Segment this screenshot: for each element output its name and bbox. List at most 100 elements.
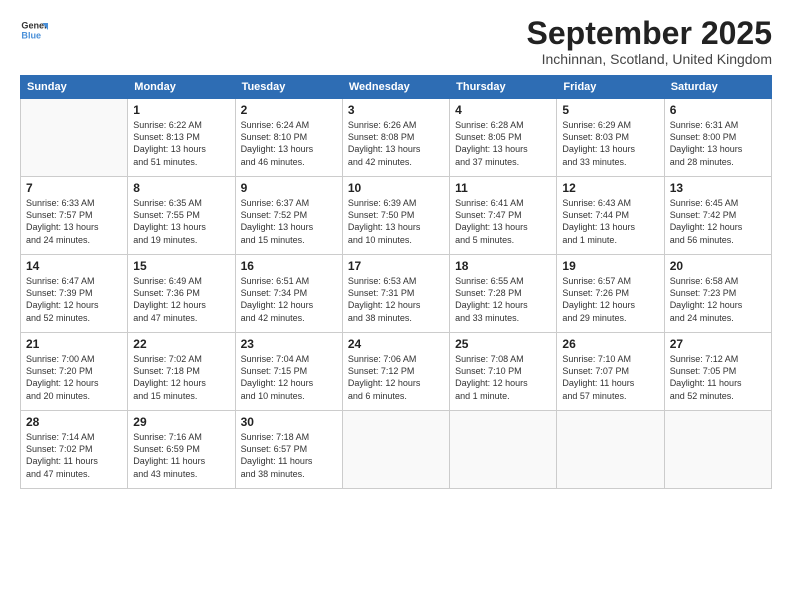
day-number: 18: [455, 259, 551, 273]
table-row: 13 Sunrise: 6:45 AMSunset: 7:42 PMDayligh…: [664, 177, 771, 255]
day-number: 13: [670, 181, 766, 195]
col-friday: Friday: [557, 76, 664, 99]
day-info: Sunrise: 6:53 AMSunset: 7:31 PMDaylight:…: [348, 275, 444, 324]
day-number: 3: [348, 103, 444, 117]
table-row: 23Sunrise: 7:04 AMSunset: 7:15 PMDayligh…: [235, 333, 342, 411]
table-row: 7Sunrise: 6:33 AMSunset: 7:57 PMDaylight…: [21, 177, 128, 255]
calendar-week-row: 21 Sunrise: 7:00 AMSunset: 7:20 PMDayligh…: [21, 333, 772, 411]
day-info: Sunrise: 6:29 AMSunset: 8:03 PMDaylight:…: [562, 119, 658, 168]
table-row: 28Sunrise: 7:14 AMSunset: 7:02 PMDayligh…: [21, 411, 128, 489]
day-number: 6: [670, 103, 766, 117]
calendar-body: 1 Sunrise: 6:22 AMSunset: 8:13 PMDaylight…: [21, 99, 772, 489]
day-info: Sunrise: 6:39 AMSunset: 7:50 PMDaylight:…: [348, 197, 444, 246]
day-number: 14: [26, 259, 122, 273]
day-number: 15: [133, 259, 229, 273]
day-number: 17: [348, 259, 444, 273]
day-info: Sunrise: 6:47 AMSunset: 7:39 PMDaylight:…: [26, 275, 122, 324]
day-info: Sunrise: 6:31 AMSunset: 8:00 PMDaylight:…: [670, 119, 766, 168]
logo-icon: General Blue: [20, 16, 48, 44]
table-row: 2 Sunrise: 6:24 AMSunset: 8:10 PMDaylight…: [235, 99, 342, 177]
header: General Blue September 2025 Inchinnan, S…: [20, 16, 772, 67]
day-info: Sunrise: 6:26 AMSunset: 8:08 PMDaylight:…: [348, 119, 444, 168]
table-row: 8 Sunrise: 6:35 AMSunset: 7:55 PMDaylight…: [128, 177, 235, 255]
day-number: 12: [562, 181, 658, 195]
day-number: 21: [26, 337, 122, 351]
day-number: 2: [241, 103, 337, 117]
day-info: Sunrise: 6:43 AMSunset: 7:44 PMDaylight:…: [562, 197, 658, 246]
table-row: 11Sunrise: 6:41 AMSunset: 7:47 PMDayligh…: [450, 177, 557, 255]
table-row: 22 Sunrise: 7:02 AMSunset: 7:18 PMDayligh…: [128, 333, 235, 411]
day-number: 22: [133, 337, 229, 351]
day-number: 16: [241, 259, 337, 273]
day-info: Sunrise: 6:22 AMSunset: 8:13 PMDaylight:…: [133, 119, 229, 168]
day-number: 25: [455, 337, 551, 351]
location: Inchinnan, Scotland, United Kingdom: [527, 51, 772, 67]
table-row: 24 Sunrise: 7:06 AMSunset: 7:12 PMDayligh…: [342, 333, 449, 411]
day-number: 4: [455, 103, 551, 117]
calendar-week-row: 14 Sunrise: 6:47 AMSunset: 7:39 PMDayligh…: [21, 255, 772, 333]
table-row: 27Sunrise: 7:12 AMSunset: 7:05 PMDayligh…: [664, 333, 771, 411]
table-row: 21 Sunrise: 7:00 AMSunset: 7:20 PMDayligh…: [21, 333, 128, 411]
day-info: Sunrise: 7:02 AMSunset: 7:18 PMDaylight:…: [133, 353, 229, 402]
table-row: 14 Sunrise: 6:47 AMSunset: 7:39 PMDayligh…: [21, 255, 128, 333]
table-row: 15 Sunrise: 6:49 AMSunset: 7:36 PMDayligh…: [128, 255, 235, 333]
day-info: Sunrise: 6:49 AMSunset: 7:36 PMDaylight:…: [133, 275, 229, 324]
logo: General Blue: [20, 16, 48, 44]
day-info: Sunrise: 6:33 AMSunset: 7:57 PMDaylight:…: [26, 197, 122, 246]
col-saturday: Saturday: [664, 76, 771, 99]
day-number: 29: [133, 415, 229, 429]
day-info: Sunrise: 7:16 AMSunset: 6:59 PMDaylight:…: [133, 431, 229, 480]
table-row: 25 Sunrise: 7:08 AMSunset: 7:10 PMDayligh…: [450, 333, 557, 411]
day-info: Sunrise: 6:37 AMSunset: 7:52 PMDaylight:…: [241, 197, 337, 246]
col-tuesday: Tuesday: [235, 76, 342, 99]
day-info: Sunrise: 6:45 AMSunset: 7:42 PMDaylight:…: [670, 197, 766, 246]
col-thursday: Thursday: [450, 76, 557, 99]
calendar: Sunday Monday Tuesday Wednesday Thursday…: [20, 75, 772, 489]
day-info: Sunrise: 7:00 AMSunset: 7:20 PMDaylight:…: [26, 353, 122, 402]
day-number: 11: [455, 181, 551, 195]
col-wednesday: Wednesday: [342, 76, 449, 99]
day-info: Sunrise: 7:08 AMSunset: 7:10 PMDaylight:…: [455, 353, 551, 402]
table-row: 9 Sunrise: 6:37 AMSunset: 7:52 PMDaylight…: [235, 177, 342, 255]
day-info: Sunrise: 6:35 AMSunset: 7:55 PMDaylight:…: [133, 197, 229, 246]
svg-text:Blue: Blue: [21, 30, 41, 40]
day-info: Sunrise: 7:14 AMSunset: 7:02 PMDaylight:…: [26, 431, 122, 480]
table-row: 18Sunrise: 6:55 AMSunset: 7:28 PMDayligh…: [450, 255, 557, 333]
table-row: [342, 411, 449, 489]
day-info: Sunrise: 7:10 AMSunset: 7:07 PMDaylight:…: [562, 353, 658, 402]
table-row: [557, 411, 664, 489]
day-number: 23: [241, 337, 337, 351]
day-number: 19: [562, 259, 658, 273]
day-number: 27: [670, 337, 766, 351]
table-row: 17 Sunrise: 6:53 AMSunset: 7:31 PMDayligh…: [342, 255, 449, 333]
table-row: 20Sunrise: 6:58 AMSunset: 7:23 PMDayligh…: [664, 255, 771, 333]
table-row: 19 Sunrise: 6:57 AMSunset: 7:26 PMDayligh…: [557, 255, 664, 333]
table-row: [21, 99, 128, 177]
col-sunday: Sunday: [21, 76, 128, 99]
table-row: 3 Sunrise: 6:26 AMSunset: 8:08 PMDaylight…: [342, 99, 449, 177]
table-row: 16Sunrise: 6:51 AMSunset: 7:34 PMDayligh…: [235, 255, 342, 333]
calendar-week-row: 1 Sunrise: 6:22 AMSunset: 8:13 PMDaylight…: [21, 99, 772, 177]
day-number: 5: [562, 103, 658, 117]
month-title: September 2025: [527, 16, 772, 51]
day-number: 24: [348, 337, 444, 351]
day-number: 1: [133, 103, 229, 117]
calendar-week-row: 7Sunrise: 6:33 AMSunset: 7:57 PMDaylight…: [21, 177, 772, 255]
day-info: Sunrise: 6:24 AMSunset: 8:10 PMDaylight:…: [241, 119, 337, 168]
day-info: Sunrise: 6:28 AMSunset: 8:05 PMDaylight:…: [455, 119, 551, 168]
day-info: Sunrise: 7:06 AMSunset: 7:12 PMDaylight:…: [348, 353, 444, 402]
day-info: Sunrise: 6:57 AMSunset: 7:26 PMDaylight:…: [562, 275, 658, 324]
table-row: 4 Sunrise: 6:28 AMSunset: 8:05 PMDaylight…: [450, 99, 557, 177]
table-row: 6 Sunrise: 6:31 AMSunset: 8:00 PMDaylight…: [664, 99, 771, 177]
day-number: 26: [562, 337, 658, 351]
day-info: Sunrise: 7:18 AMSunset: 6:57 PMDaylight:…: [241, 431, 337, 480]
day-number: 8: [133, 181, 229, 195]
col-monday: Monday: [128, 76, 235, 99]
title-block: September 2025 Inchinnan, Scotland, Unit…: [527, 16, 772, 67]
calendar-week-row: 28Sunrise: 7:14 AMSunset: 7:02 PMDayligh…: [21, 411, 772, 489]
day-number: 9: [241, 181, 337, 195]
table-row: 5 Sunrise: 6:29 AMSunset: 8:03 PMDaylight…: [557, 99, 664, 177]
table-row: 30Sunrise: 7:18 AMSunset: 6:57 PMDayligh…: [235, 411, 342, 489]
table-row: 29 Sunrise: 7:16 AMSunset: 6:59 PMDayligh…: [128, 411, 235, 489]
day-info: Sunrise: 6:58 AMSunset: 7:23 PMDaylight:…: [670, 275, 766, 324]
